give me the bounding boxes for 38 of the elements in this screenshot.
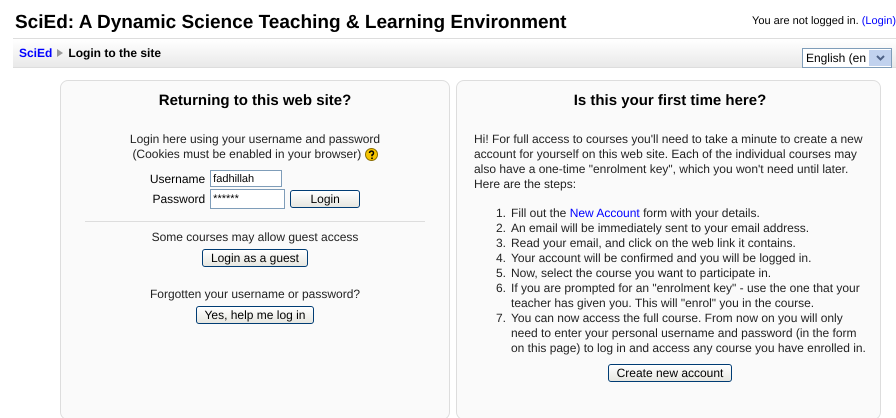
- signup-heading: Is this your first time here?: [572, 92, 768, 109]
- step-number: 7.: [494, 311, 506, 327]
- login-instructions: Login here using your username and password: [130, 132, 380, 147]
- help-icon[interactable]: [364, 148, 378, 162]
- step-number: 4.: [494, 251, 506, 266]
- language-select[interactable]: English (en: [802, 48, 892, 68]
- step-number: 3.: [494, 236, 506, 251]
- password-field[interactable]: ******: [210, 189, 286, 209]
- guest-access-text: Some courses may allow guest access: [152, 230, 358, 245]
- username-field[interactable]: fadhillah: [210, 170, 282, 187]
- breadcrumb-link[interactable]: SciEd: [19, 46, 52, 60]
- forgot-password-text: Forgotten your username or password?: [150, 287, 360, 302]
- login-heading: Returning to this web site?: [158, 92, 352, 109]
- login-button[interactable]: Login: [290, 190, 360, 208]
- signup-intro: Hi! For full access to courses you'll need to take a minute to create a new account for yourself on this web site. Each of the individual courses may also have a one-time "enrolment key", which you won't need until later. Here are the steps:: [474, 132, 864, 192]
- create-account-button[interactable]: Create new account: [608, 364, 732, 382]
- username-label: Username: [150, 172, 206, 186]
- step-number: 2.: [494, 221, 506, 236]
- login-status: You are not logged in.: [752, 15, 859, 27]
- separator-icon: [57, 49, 64, 57]
- new-account-link[interactable]: New Account: [570, 206, 640, 220]
- step-number: 5.: [494, 266, 506, 281]
- step-text: Fill out the New Account form with your details.: [511, 206, 760, 221]
- login-link[interactable]: (Login): [862, 15, 896, 27]
- site-title: SciEd: A Dynamic Science Teaching & Learning Environment: [15, 12, 566, 34]
- step-text: Read your email, and click on the web link it contains.: [511, 236, 796, 251]
- help-login-button[interactable]: Yes, help me log in: [196, 306, 314, 324]
- step-text: An email will be immediately sent to your email address.: [511, 221, 810, 236]
- step-text: You can now access the full course. From now on you will only need to enter your personal username and password (in the form on this page) to log in and access any course you have enrolled in.: [511, 311, 866, 356]
- breadcrumb-current: Login to the site: [68, 46, 162, 60]
- step-text: If you are prompted for an "enrolment key" - use the one that your teacher has given you. This will "enrol" you in the course.: [511, 281, 861, 311]
- cookies-note: (Cookies must be enabled in your browser): [132, 147, 362, 161]
- password-label: Password: [151, 192, 206, 206]
- step-number: 6.: [494, 281, 506, 297]
- step-text: Now, select the course you want to participate in.: [511, 266, 772, 281]
- step-text: Your account will be confirmed and you will be logged in.: [511, 251, 812, 266]
- guest-login-button[interactable]: Login as a guest: [202, 249, 308, 267]
- step-number: 1.: [494, 206, 506, 221]
